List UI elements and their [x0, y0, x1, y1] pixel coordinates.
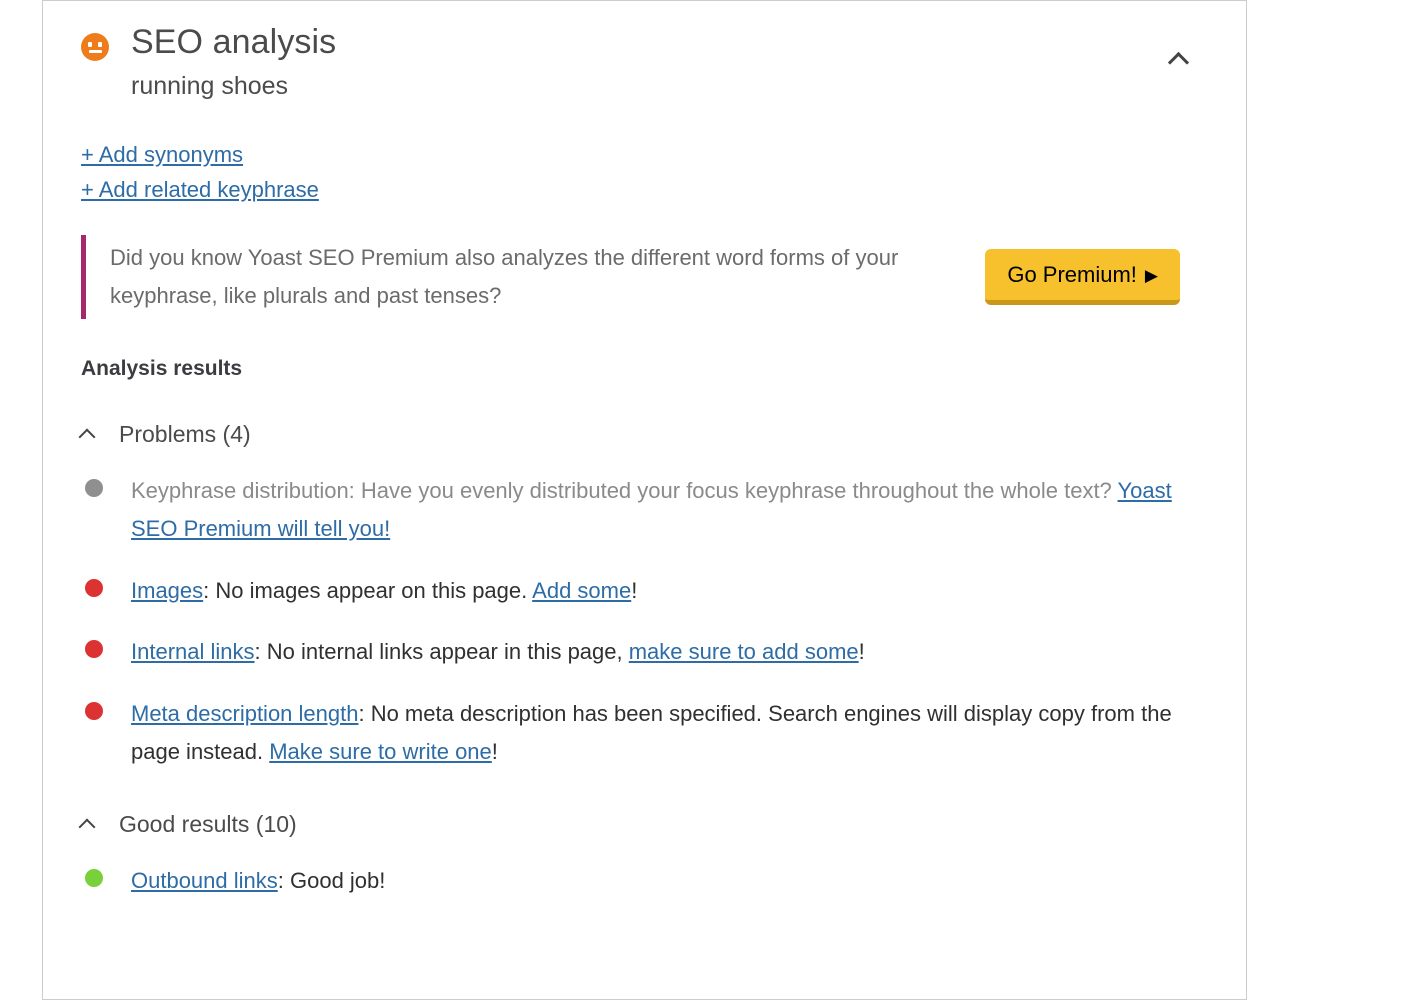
result-text: Keyphrase distribution: Have you evenly … [131, 472, 1176, 548]
result-link[interactable]: Add some [532, 578, 631, 603]
result-link[interactable]: Meta description length [131, 701, 358, 726]
chevron-up-icon [78, 815, 115, 836]
premium-callout-text: Did you know Yoast SEO Premium also anal… [110, 245, 899, 309]
result-group-toggle[interactable]: Problems (4) [78, 420, 1208, 448]
collapse-panel-button[interactable] [1156, 37, 1200, 81]
status-bullet-red-icon [85, 640, 103, 659]
add-synonyms-link[interactable]: + Add synonyms [81, 137, 243, 172]
result-link[interactable]: Images [131, 578, 203, 603]
premium-upsell-callout: Did you know Yoast SEO Premium also anal… [81, 235, 1208, 319]
result-link[interactable]: Internal links [131, 639, 255, 664]
play-arrow-icon: ▶ [1144, 266, 1158, 286]
status-bullet-gray-icon [85, 478, 103, 497]
result-text-fragment: : Good job! [277, 867, 386, 893]
result-group-toggle[interactable]: Good results (10) [78, 810, 1208, 838]
result-text-fragment: ! [631, 577, 638, 603]
chevron-up-icon [78, 425, 115, 446]
seo-analysis-panel: SEO analysis running shoes + Add synonym… [42, 0, 1247, 1000]
list-item: Keyphrase distribution: Have you evenly … [81, 472, 1208, 548]
result-text-fragment: ! [491, 739, 498, 765]
result-group: Good results (10) Outbound links: Good jo… [78, 810, 1208, 900]
page-title: SEO analysis [131, 23, 337, 61]
result-link[interactable]: make sure to add some [629, 639, 859, 664]
result-link[interactable]: Outbound links [131, 868, 278, 893]
result-text-fragment: Keyphrase distribution: Have you evenly … [131, 477, 1118, 503]
go-premium-label: Go Premium! [1007, 262, 1137, 288]
list-item: Outbound links: Good job! [81, 862, 1208, 900]
result-list: Outbound links: Good job! [81, 862, 1208, 900]
add-links-group: + Add synonyms + Add related keyphrase [81, 137, 1208, 207]
chevron-up-icon [1167, 51, 1189, 73]
result-text-fragment: ! [858, 639, 865, 665]
list-item: Meta description length: No meta descrip… [81, 695, 1208, 771]
panel-header: SEO analysis running shoes [81, 23, 1208, 101]
analysis-results-heading: Analysis results [81, 356, 243, 380]
status-bullet-red-icon [85, 578, 103, 597]
result-link[interactable]: Make sure to write one [269, 739, 492, 764]
result-list: Keyphrase distribution: Have you evenly … [81, 472, 1208, 771]
result-text: Images: No images appear on this page. A… [131, 572, 637, 610]
add-related-keyphrase-link[interactable]: + Add related keyphrase [81, 172, 319, 207]
result-group: Problems (4) Keyphrase distribution: Have… [78, 420, 1208, 771]
status-bullet-green-icon [85, 868, 103, 887]
neutral-face-icon [81, 33, 109, 61]
result-group-title: Good results (10) [119, 810, 297, 837]
result-text: Meta description length: No meta descrip… [131, 695, 1176, 771]
analysis-groups: Problems (4) Keyphrase distribution: Have… [78, 420, 1208, 900]
result-group-title: Problems (4) [119, 420, 251, 447]
result-text: Internal links: No internal links appear… [131, 633, 865, 671]
list-item: Images: No images appear on this page. A… [81, 572, 1208, 610]
status-bullet-red-icon [85, 702, 103, 721]
result-text: Outbound links: Good job! [131, 862, 385, 900]
result-text-fragment: : No internal links appear in this page, [254, 639, 629, 665]
focus-keyphrase-label: running shoes [131, 72, 289, 101]
list-item: Internal links: No internal links appear… [81, 633, 1208, 671]
go-premium-button[interactable]: Go Premium! ▶ [985, 249, 1180, 306]
result-text-fragment: : No images appear on this page. [203, 577, 533, 603]
